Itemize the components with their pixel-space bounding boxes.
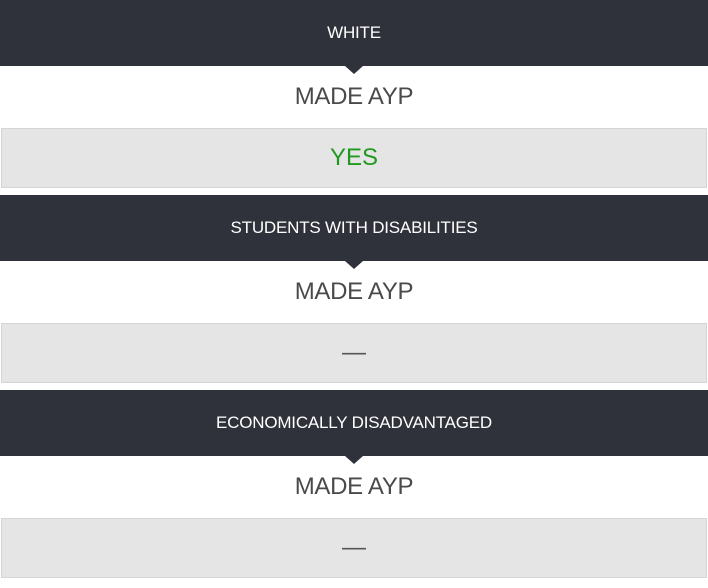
group-header: WHITE xyxy=(0,0,708,74)
header-pointer xyxy=(345,66,363,74)
group-white: WHITE MADE AYP YES xyxy=(0,0,708,188)
metric-label: MADE AYP xyxy=(294,473,414,500)
group-header-label: WHITE xyxy=(327,23,381,42)
group-header: ECONOMICALLY DISADVANTAGED xyxy=(0,390,708,464)
metric-value: — xyxy=(1,323,707,383)
group-students-with-disabilities: STUDENTS WITH DISABILITIES MADE AYP — xyxy=(0,195,708,383)
metric-value: — xyxy=(1,518,707,578)
group-header: STUDENTS WITH DISABILITIES xyxy=(0,195,708,269)
header-pointer xyxy=(345,261,363,269)
metric-label: MADE AYP xyxy=(294,83,414,110)
header-pointer xyxy=(345,456,363,464)
ayp-results-panel: WHITE MADE AYP YES STUDENTS WITH DISABIL… xyxy=(0,0,708,588)
group-header-label: ECONOMICALLY DISADVANTAGED xyxy=(216,413,492,432)
group-economically-disadvantaged: ECONOMICALLY DISADVANTAGED MADE AYP — xyxy=(0,390,708,578)
group-header-label: STUDENTS WITH DISABILITIES xyxy=(230,218,478,237)
metric-label: MADE AYP xyxy=(294,278,414,305)
metric-value: YES xyxy=(1,128,707,188)
